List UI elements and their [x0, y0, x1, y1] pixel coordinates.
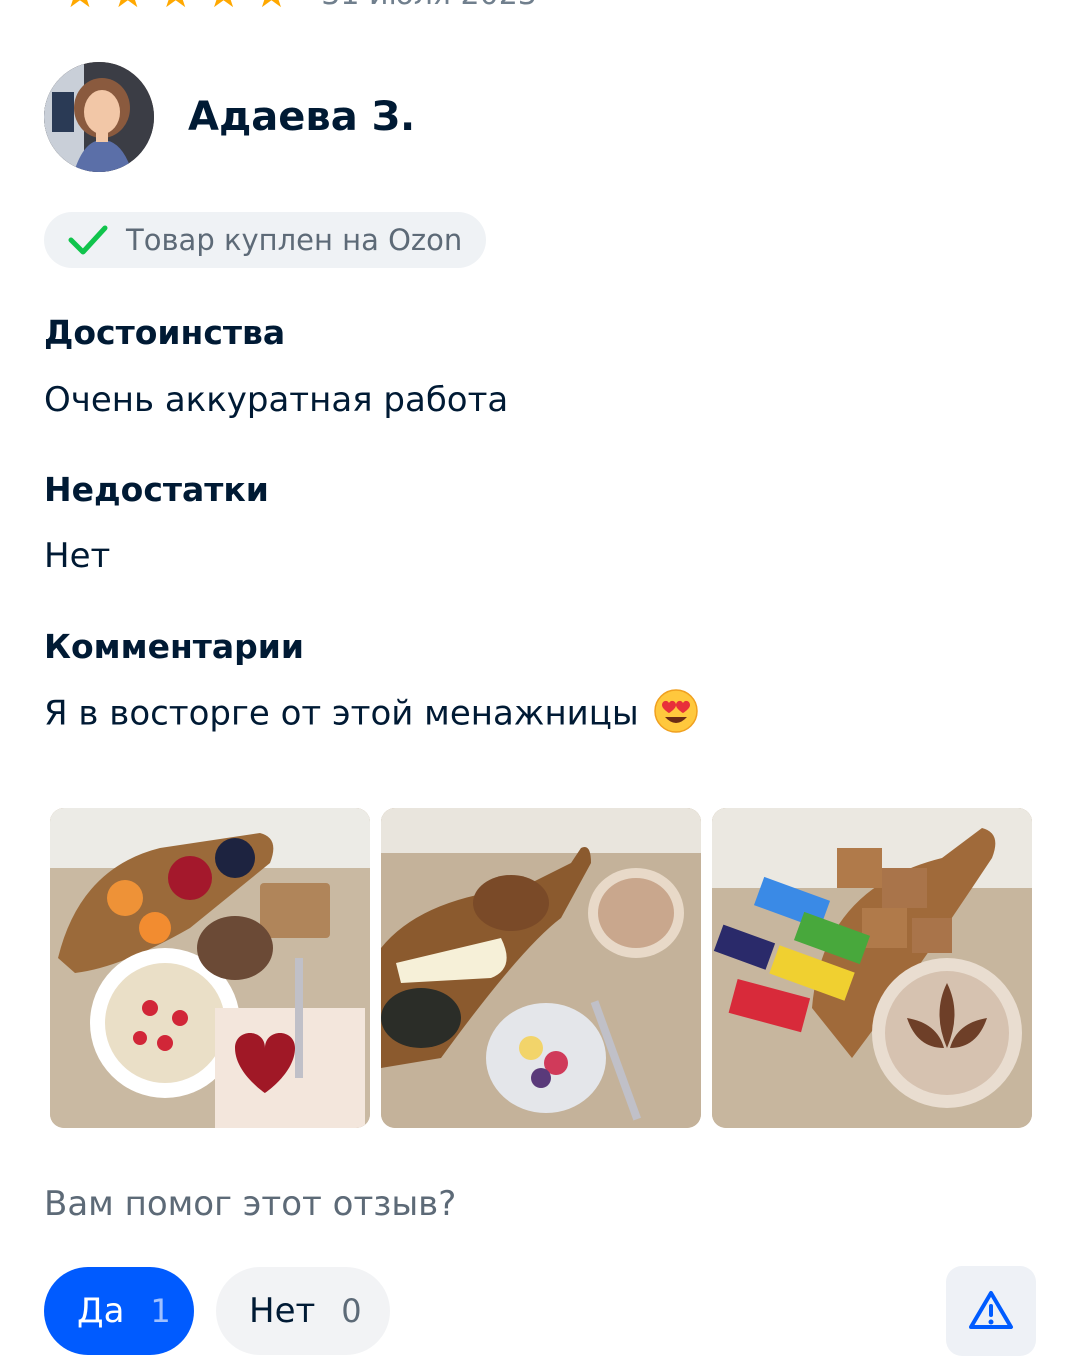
author-name[interactable]: Адаева З. — [188, 94, 415, 140]
helpful-question: Вам помог этот отзыв? — [44, 1184, 457, 1224]
star-icon: ★ — [62, 0, 98, 14]
review-photo-1[interactable] — [50, 808, 370, 1128]
purchased-badge-label: Товар куплен на Ozon — [126, 223, 463, 257]
cons-text: Нет — [44, 536, 111, 576]
report-button[interactable] — [946, 1266, 1036, 1356]
heart-eyes-emoji-icon — [654, 689, 698, 733]
pros-title: Достоинства — [44, 313, 286, 352]
report-warning-icon — [969, 1291, 1013, 1329]
star-icon: ★ — [206, 0, 242, 14]
comment-text: Я в восторге от этой менажницы — [44, 693, 639, 734]
check-icon — [68, 225, 108, 255]
vote-yes-count: 1 — [150, 1292, 171, 1330]
vote-no-button[interactable]: Нет 0 — [216, 1267, 390, 1355]
review-photo-3[interactable] — [712, 808, 1032, 1128]
review-date: 31 июля 2023 — [321, 0, 537, 12]
review-photos — [50, 808, 1032, 1128]
cons-title: Недостатки — [44, 470, 269, 509]
vote-yes-label: Да — [77, 1291, 125, 1331]
comment-line: Я в восторге от этой менажницы — [44, 689, 699, 738]
star-icon: ★ — [110, 0, 146, 14]
comment-title: Комментарии — [44, 627, 305, 666]
avatar[interactable] — [44, 62, 154, 172]
pros-text: Очень аккуратная работа — [44, 380, 509, 420]
star-icon: ★ — [158, 0, 194, 14]
purchased-badge: Товар куплен на Ozon — [44, 212, 487, 268]
vote-yes-button[interactable]: Да 1 — [44, 1267, 194, 1355]
vote-no-label: Нет — [249, 1291, 316, 1331]
vote-no-count: 0 — [341, 1292, 362, 1330]
review-photo-2[interactable] — [381, 808, 701, 1128]
star-icon: ★ — [253, 0, 289, 14]
rating-row: ★ ★ ★ ★ ★ 31 июля 2023 — [62, 0, 537, 14]
review-author[interactable]: Адаева З. — [44, 62, 415, 172]
